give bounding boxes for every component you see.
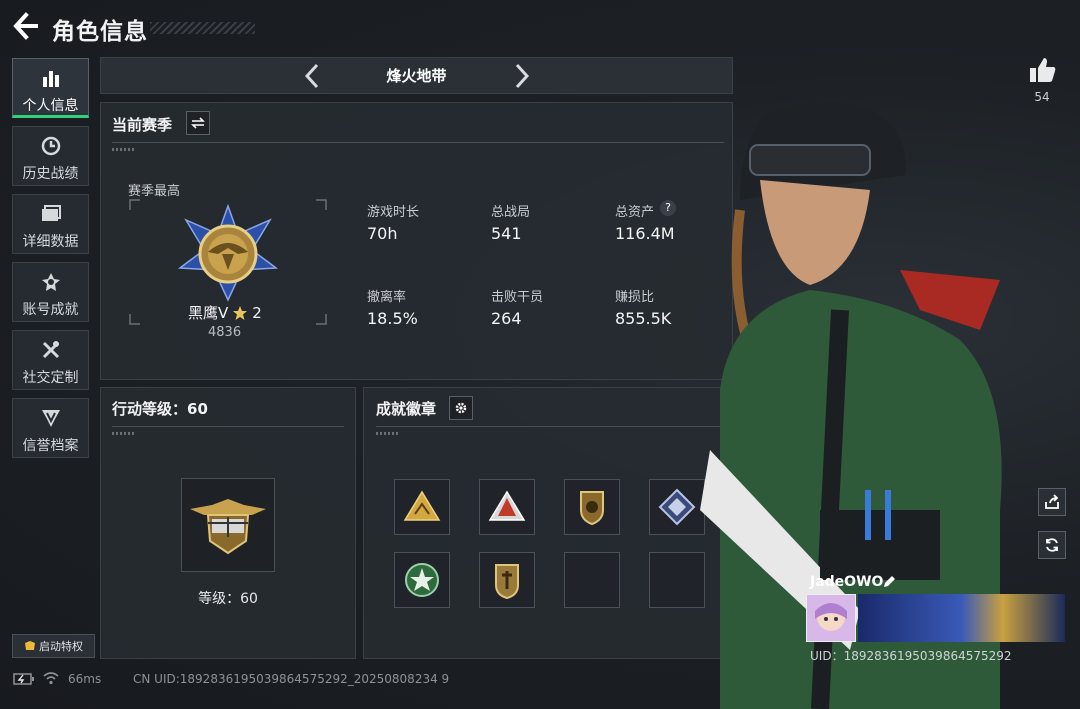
blue-diamond-badge-icon xyxy=(658,488,696,526)
shield-badge-icon xyxy=(580,491,604,526)
level-emblem-frame xyxy=(181,478,275,572)
divider-decoration xyxy=(376,432,400,435)
sidebar-item-label: 详细数据 xyxy=(22,234,79,250)
achievements-title: 成就徽章 xyxy=(376,400,437,418)
star-icon xyxy=(233,305,248,320)
avatar-image xyxy=(815,603,847,631)
next-mode-chevron-icon[interactable] xyxy=(512,62,532,90)
shield-icon xyxy=(13,407,88,429)
divider xyxy=(112,142,724,143)
avatar[interactable] xyxy=(806,594,856,642)
divider xyxy=(112,426,344,427)
stat-label: 总资产 xyxy=(615,205,655,220)
tools-icon xyxy=(13,339,88,361)
black-hawk-rank-emblem-icon xyxy=(178,204,278,302)
player-name: JadeOWO xyxy=(810,574,884,590)
stat-label: 撤离率 xyxy=(367,290,407,305)
achievement-badge-slot[interactable] xyxy=(394,552,450,608)
player-uid: UID：1892836195039864575292 xyxy=(810,649,1012,663)
like-count: 54 xyxy=(1034,90,1050,104)
achievement-badge-slot[interactable] xyxy=(479,479,535,535)
help-icon[interactable]: ? xyxy=(660,200,676,216)
divider-decoration xyxy=(112,148,136,151)
achievement-badge-slot[interactable] xyxy=(479,552,535,608)
sidebar-item-label: 历史战绩 xyxy=(22,166,79,182)
wifi-icon xyxy=(43,672,59,685)
achievement-badge-slot[interactable] xyxy=(394,479,450,535)
helicopter-level-emblem-icon xyxy=(190,499,266,555)
stat-label: 游戏时长 xyxy=(367,205,420,220)
bronze-shield-badge-icon xyxy=(495,564,519,600)
stat-value: 116.4M xyxy=(615,224,675,243)
sidebar-item-achievements[interactable]: 账号成就 xyxy=(12,262,89,322)
battery-icon xyxy=(13,673,34,685)
action-level-title: 行动等级：60 xyxy=(112,400,208,418)
gear-icon xyxy=(455,402,467,414)
divider-decoration xyxy=(112,432,136,435)
footer-uid: CN UID:1892836195039864575292_2025080823… xyxy=(133,672,450,686)
like-thumbs-up-icon[interactable] xyxy=(1028,56,1058,84)
stat-value: 541 xyxy=(491,224,522,243)
stat-value: 264 xyxy=(491,309,522,328)
season-title: 当前赛季 xyxy=(112,116,173,134)
share-button[interactable] xyxy=(1038,488,1066,516)
folder-icon xyxy=(13,203,88,225)
bar-chart-icon xyxy=(13,67,88,89)
share-icon xyxy=(1045,494,1059,509)
stat-value: 18.5% xyxy=(367,309,418,328)
stat-value: 70h xyxy=(367,224,398,243)
privilege-label: 启动特权 xyxy=(39,640,83,653)
stat-label: 击败干员 xyxy=(491,290,544,305)
rank-name: 黑鹰V xyxy=(188,304,229,322)
sidebar-item-label: 社交定制 xyxy=(22,370,79,386)
sidebar-item-detailed-data[interactable]: 详细数据 xyxy=(12,194,89,254)
achievement-badge-slot[interactable] xyxy=(649,479,705,535)
achievement-badge-slot-empty[interactable] xyxy=(649,552,705,608)
stat-label: 总战局 xyxy=(491,205,531,220)
ping-latency: 66ms xyxy=(68,672,102,686)
badge-icon xyxy=(13,271,88,293)
gold-triangle-badge-icon xyxy=(403,490,441,521)
stat-label: 赚损比 xyxy=(615,290,655,305)
page-title: 角色信息 xyxy=(52,19,148,45)
sidebar-item-social-custom[interactable]: 社交定制 xyxy=(12,330,89,390)
rank-name-row: 黑鹰V 2 xyxy=(188,302,262,323)
sidebar-item-personal-info[interactable]: 个人信息 xyxy=(12,58,89,118)
title-decoration xyxy=(150,22,255,34)
player-banner[interactable] xyxy=(858,594,1065,642)
clock-icon xyxy=(13,135,88,157)
swap-icon xyxy=(191,117,205,129)
rank-score: 4836 xyxy=(208,325,242,340)
sidebar-item-label: 信誉档案 xyxy=(22,438,79,454)
level-text: 等级：60 xyxy=(198,591,258,607)
rank-stars: 2 xyxy=(252,303,262,322)
mode-name: 烽火地带 xyxy=(386,67,447,85)
stat-value: 855.5K xyxy=(615,309,672,328)
green-star-badge-icon xyxy=(405,563,439,597)
refresh-icon xyxy=(1046,538,1058,552)
sidebar-item-history[interactable]: 历史战绩 xyxy=(12,126,89,186)
launch-privilege-button[interactable]: 启动特权 xyxy=(12,634,95,658)
sidebar-item-credit-record[interactable]: 信誉档案 xyxy=(12,398,89,458)
sidebar-item-label: 账号成就 xyxy=(22,302,79,318)
season-best-label: 赛季最高 xyxy=(128,184,181,199)
privilege-icon xyxy=(25,641,35,650)
edit-name-pencil-icon[interactable] xyxy=(882,575,896,589)
red-triangle-badge-icon xyxy=(488,490,526,521)
achievement-settings-button[interactable] xyxy=(449,396,473,420)
divider xyxy=(376,426,724,427)
achievement-badge-slot-empty[interactable] xyxy=(564,552,620,608)
refresh-button[interactable] xyxy=(1038,531,1066,559)
achievement-badge-slot[interactable] xyxy=(564,479,620,535)
switch-season-button[interactable] xyxy=(186,111,210,135)
back-arrow-icon[interactable] xyxy=(12,10,40,42)
sidebar-item-label: 个人信息 xyxy=(22,98,79,114)
